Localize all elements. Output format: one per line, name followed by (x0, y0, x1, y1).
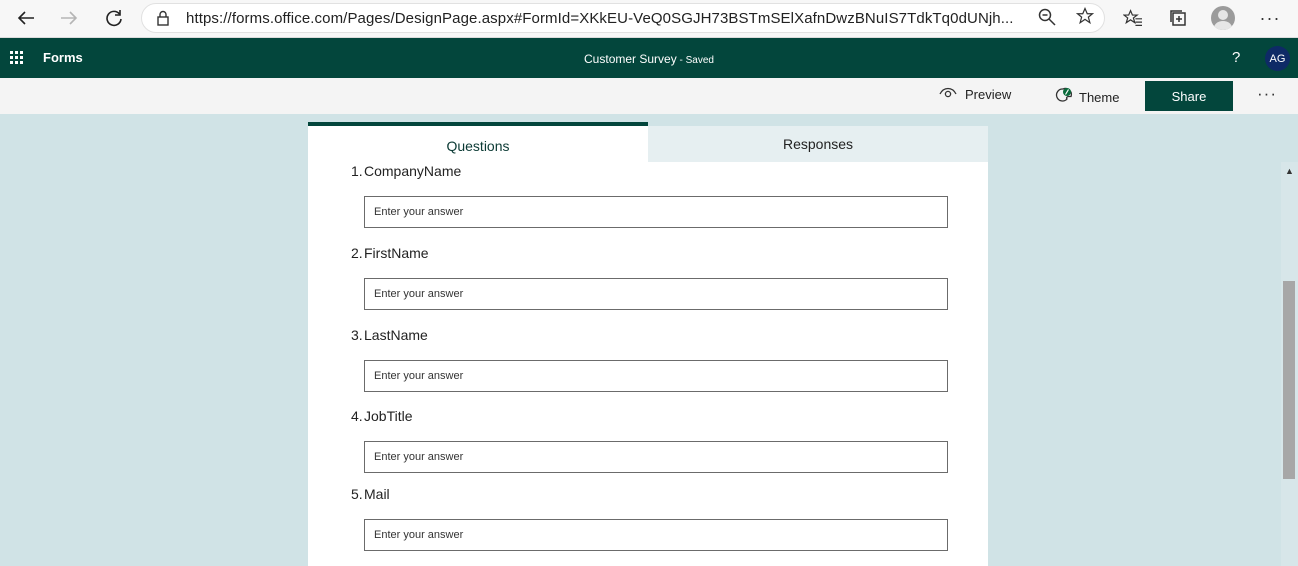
question-number: 3. (351, 327, 363, 343)
favorites-icon[interactable] (1119, 5, 1147, 31)
form-card: 1. CompanyName 2. FirstName 3. LastName … (308, 162, 988, 566)
tab-questions[interactable]: Questions (308, 122, 648, 162)
scrollbar-thumb[interactable] (1283, 281, 1295, 479)
zoom-icon[interactable] (1038, 8, 1056, 31)
question-item: 5. Mail (351, 486, 951, 551)
save-status: Saved (685, 55, 714, 66)
collections-icon[interactable] (1164, 5, 1192, 31)
title-separator: - (676, 55, 686, 66)
more-icon[interactable]: ··· (1256, 5, 1284, 31)
scroll-up-icon[interactable]: ▲ (1285, 166, 1294, 176)
profile-icon[interactable] (1211, 6, 1235, 30)
theme-icon (1054, 87, 1075, 107)
command-bar: Preview Theme Share ··· (0, 78, 1298, 114)
question-label: Mail (364, 486, 390, 502)
help-button[interactable]: ? (1232, 49, 1240, 66)
address-bar[interactable]: https://forms.office.com/Pages/DesignPag… (141, 3, 1105, 33)
question-number: 5. (351, 486, 363, 502)
answer-input[interactable] (364, 278, 948, 310)
document-title: Customer Survey - Saved (0, 52, 1298, 66)
question-label: LastName (364, 327, 428, 343)
question-label: JobTitle (364, 408, 413, 424)
favorite-star-icon[interactable] (1075, 6, 1095, 30)
share-button[interactable]: Share (1145, 81, 1233, 111)
scrollbar[interactable]: ▲ (1281, 162, 1298, 566)
back-arrow-icon[interactable] (11, 4, 41, 32)
forms-header: Forms Customer Survey - Saved ? AG (0, 38, 1298, 78)
question-number: 1. (351, 163, 363, 179)
question-item: 4. JobTitle (351, 408, 951, 473)
question-item: 1. CompanyName (351, 163, 951, 228)
question-title: 2. FirstName (351, 245, 951, 261)
form-tabs: Questions Responses (308, 122, 988, 162)
question-title: 4. JobTitle (351, 408, 951, 424)
question-number: 2. (351, 245, 363, 261)
preview-label: Preview (965, 87, 1012, 102)
question-number: 4. (351, 408, 363, 424)
answer-input[interactable] (364, 196, 948, 228)
forward-arrow-icon[interactable] (54, 4, 84, 32)
question-title: 5. Mail (351, 486, 951, 502)
answer-input[interactable] (364, 519, 948, 551)
tab-responses[interactable]: Responses (648, 126, 988, 162)
refresh-icon[interactable] (99, 4, 129, 32)
theme-label: Theme (1079, 89, 1120, 105)
browser-toolbar: https://forms.office.com/Pages/DesignPag… (0, 0, 1298, 38)
answer-input[interactable] (364, 441, 948, 473)
url-text: https://forms.office.com/Pages/DesignPag… (186, 10, 1014, 27)
answer-input[interactable] (364, 360, 948, 392)
question-item: 3. LastName (351, 327, 951, 392)
eye-icon (939, 87, 957, 102)
question-title: 3. LastName (351, 327, 951, 343)
avatar[interactable]: AG (1265, 46, 1290, 71)
theme-button[interactable]: Theme (1054, 87, 1119, 107)
question-label: FirstName (364, 245, 429, 261)
lock-icon (156, 10, 170, 31)
question-label: CompanyName (364, 163, 462, 179)
question-title: 1. CompanyName (351, 163, 951, 179)
form-title: Customer Survey (584, 52, 677, 66)
question-item: 2. FirstName (351, 245, 951, 310)
more-options-icon[interactable]: ··· (1257, 84, 1277, 104)
preview-button[interactable]: Preview (939, 87, 1011, 102)
